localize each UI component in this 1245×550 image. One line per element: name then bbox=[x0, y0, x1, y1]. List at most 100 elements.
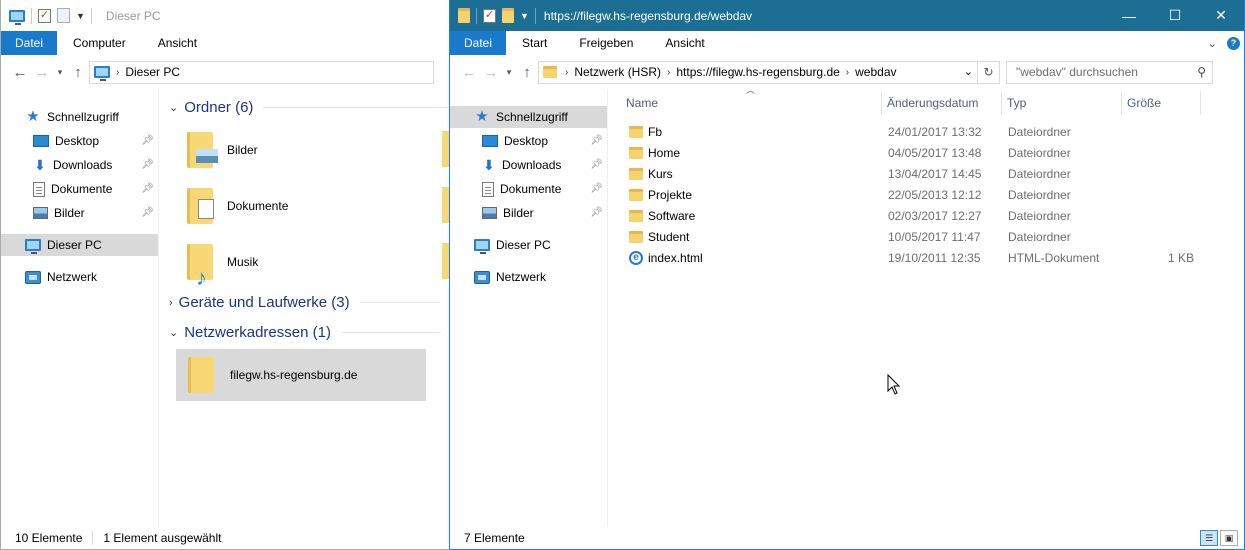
folder-tile-music[interactable]: ♪ Musik bbox=[187, 238, 427, 289]
file-row[interactable]: Home 04/05/2017 13:48 Dateiordner bbox=[623, 142, 1203, 163]
nav-item-documents[interactable]: Dokumente 📌︎ bbox=[1, 178, 158, 200]
large-icons-view-icon[interactable]: ▣ bbox=[1220, 530, 1238, 546]
breadcrumb-network-hsr[interactable]: Netzwerk (HSR) bbox=[574, 65, 661, 79]
network-location-tile[interactable]: filegw.hs-regensburg.de bbox=[176, 349, 426, 401]
help-icon[interactable]: ? bbox=[1227, 36, 1240, 50]
folder-tile-documents[interactable]: Dokumente bbox=[187, 182, 427, 230]
address-history-chevron-icon[interactable]: ⌄ bbox=[964, 65, 973, 78]
collapse-chevron-icon[interactable]: ⌄ bbox=[169, 101, 178, 114]
file-date: 02/03/2017 12:27 bbox=[888, 208, 982, 223]
column-header-date[interactable]: Änderungsdatum bbox=[887, 91, 978, 115]
nav-item-pictures[interactable]: Bilder 📌︎ bbox=[450, 202, 607, 224]
back-arrow-icon[interactable]: ← bbox=[9, 64, 31, 81]
customize-toolbar-chevron-icon[interactable]: ▼ bbox=[76, 11, 85, 21]
file-row[interactable]: e index.html 19/10/2011 12:35 HTML-Dokument… bbox=[623, 247, 1203, 268]
search-input[interactable]: "webdav" durchsuchen ⚲ bbox=[1006, 60, 1213, 84]
back-arrow-icon[interactable]: ← bbox=[458, 64, 480, 81]
close-icon[interactable]: ✕ bbox=[1198, 0, 1244, 31]
folder-icon bbox=[629, 125, 643, 138]
column-divider[interactable] bbox=[1001, 91, 1002, 115]
file-row[interactable]: Kurs 13/04/2017 14:45 Dateiordner bbox=[623, 163, 1203, 184]
folder-label: Musik bbox=[227, 255, 259, 269]
mouse-cursor-icon bbox=[887, 374, 901, 395]
nav-item-pictures[interactable]: Bilder 📌︎ bbox=[1, 202, 158, 224]
nav-item-quick-access[interactable]: ★ Schnellzugriff bbox=[450, 106, 607, 128]
nav-item-downloads[interactable]: ⬇ Downloads 📌︎ bbox=[1, 154, 158, 176]
nav-item-quick-access[interactable]: ★ Schnellzugriff bbox=[1, 106, 158, 128]
tab-ansicht[interactable]: Ansicht bbox=[649, 31, 720, 55]
up-arrow-icon[interactable]: ↑ bbox=[516, 64, 538, 81]
folder-icon bbox=[458, 8, 470, 23]
tab-ansicht[interactable]: Ansicht bbox=[142, 31, 213, 55]
nav-item-network[interactable]: Netzwerk bbox=[450, 266, 607, 288]
column-header-name[interactable]: Name bbox=[626, 91, 658, 115]
breadcrumb-webdav[interactable]: webdav bbox=[855, 65, 896, 79]
nav-item-network[interactable]: Netzwerk bbox=[1, 266, 158, 288]
tab-start[interactable]: Start bbox=[506, 31, 563, 55]
group-heading-devices[interactable]: › Geräte und Laufwerke (3) bbox=[169, 294, 440, 311]
new-folder-icon[interactable] bbox=[502, 8, 514, 23]
folder-tile-partial[interactable] bbox=[442, 131, 449, 167]
tab-datei[interactable]: Datei bbox=[1, 31, 57, 55]
refresh-icon[interactable]: ↻ bbox=[978, 60, 1000, 84]
address-bar[interactable]: › Netzwerk (HSR) › https://filegw.hs-reg… bbox=[538, 60, 978, 84]
title-bar: ✓ ▼ Dieser PC bbox=[1, 0, 449, 31]
item-count: 7 Elemente bbox=[464, 531, 525, 545]
nav-item-this-pc[interactable]: Dieser PC bbox=[450, 234, 607, 256]
folder-tile-pictures[interactable]: Bilder bbox=[187, 126, 427, 174]
file-row[interactable]: Fb 24/01/2017 13:32 Dateiordner bbox=[623, 121, 1203, 142]
column-divider[interactable] bbox=[1121, 91, 1122, 115]
properties-icon[interactable]: ✓ bbox=[38, 8, 51, 23]
recent-locations-chevron-icon[interactable]: ▾ bbox=[502, 67, 516, 78]
recent-locations-chevron-icon[interactable]: ▾ bbox=[53, 67, 67, 78]
forward-arrow-icon[interactable]: → bbox=[31, 64, 53, 81]
nav-item-desktop[interactable]: Desktop 📌︎ bbox=[450, 130, 607, 152]
file-row[interactable]: Student 10/05/2017 11:47 Dateiordner bbox=[623, 226, 1203, 247]
expand-chevron-icon[interactable]: › bbox=[169, 297, 173, 309]
pin-icon: 📌︎ bbox=[141, 159, 154, 170]
documents-folder-icon bbox=[187, 188, 214, 224]
details-view-icon[interactable]: ☰ bbox=[1200, 530, 1218, 546]
ribbon-controls: ⌄ ? bbox=[1208, 31, 1240, 55]
column-divider[interactable] bbox=[881, 91, 882, 115]
column-header-type[interactable]: Typ bbox=[1007, 91, 1026, 115]
file-type: Dateiordner bbox=[1008, 187, 1071, 202]
window-title: Dieser PC bbox=[105, 8, 161, 23]
nav-item-label: Desktop bbox=[504, 134, 549, 148]
file-row[interactable]: Projekte 22/05/2013 12:12 Dateiordner bbox=[623, 184, 1203, 205]
properties-icon[interactable]: ✓ bbox=[483, 8, 496, 23]
folder-tile-partial[interactable] bbox=[442, 243, 449, 279]
breadcrumb-host[interactable]: https://filegw.hs-regensburg.de bbox=[676, 65, 839, 79]
column-divider[interactable] bbox=[1200, 91, 1201, 115]
breadcrumb-chevron-icon[interactable]: › bbox=[565, 67, 568, 78]
column-header-size[interactable]: Größe bbox=[1127, 91, 1161, 115]
address-bar[interactable]: › Dieser PC bbox=[89, 60, 434, 84]
breadcrumb-chevron-icon[interactable]: › bbox=[116, 67, 119, 78]
group-heading-folders[interactable]: ⌄ Ordner (6) bbox=[169, 99, 449, 116]
tab-freigeben[interactable]: Freigeben bbox=[563, 31, 649, 55]
file-row[interactable]: Software 02/03/2017 12:27 Dateiordner bbox=[623, 205, 1203, 226]
group-heading-network-locations[interactable]: ⌄ Netzwerkadressen (1) bbox=[169, 324, 441, 341]
maximize-icon[interactable]: ☐ bbox=[1152, 0, 1198, 31]
tab-computer[interactable]: Computer bbox=[57, 31, 142, 55]
collapse-chevron-icon[interactable]: ⌄ bbox=[169, 326, 178, 339]
forward-arrow-icon[interactable]: → bbox=[480, 64, 502, 81]
nav-item-documents[interactable]: Dokumente 📌︎ bbox=[450, 178, 607, 200]
document-icon bbox=[33, 181, 45, 197]
breadcrumb-this-pc[interactable]: Dieser PC bbox=[125, 65, 180, 79]
up-arrow-icon[interactable]: ↑ bbox=[67, 64, 89, 81]
search-icon[interactable]: ⚲ bbox=[1197, 65, 1206, 79]
customize-toolbar-chevron-icon[interactable]: ▼ bbox=[520, 11, 529, 21]
new-folder-icon[interactable] bbox=[57, 8, 70, 23]
tab-datei[interactable]: Datei bbox=[450, 31, 506, 55]
folder-label: Bilder bbox=[227, 143, 258, 157]
breadcrumb-chevron-icon[interactable]: › bbox=[667, 67, 670, 78]
minimize-icon[interactable]: ― bbox=[1106, 0, 1152, 31]
expand-ribbon-chevron-icon[interactable]: ⌄ bbox=[1208, 37, 1217, 50]
nav-item-desktop[interactable]: Desktop 📌︎ bbox=[1, 130, 158, 152]
nav-item-this-pc[interactable]: Dieser PC bbox=[1, 234, 158, 256]
nav-item-downloads[interactable]: ⬇ Downloads 📌︎ bbox=[450, 154, 607, 176]
nav-item-label: Netzwerk bbox=[47, 270, 98, 284]
breadcrumb-chevron-icon[interactable]: › bbox=[846, 67, 849, 78]
folder-tile-partial[interactable] bbox=[442, 187, 449, 223]
